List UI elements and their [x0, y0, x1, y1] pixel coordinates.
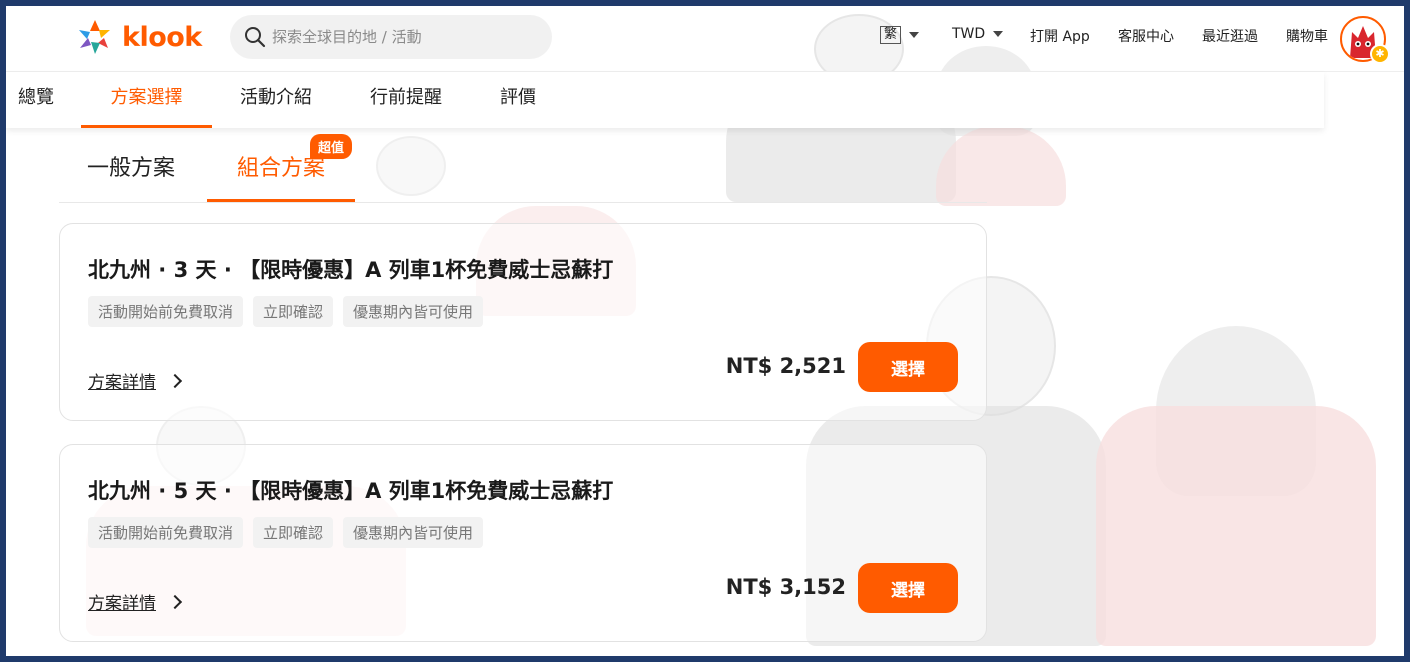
- customer-service-link[interactable]: 客服中心: [1118, 26, 1174, 46]
- tag-valid-period: 優惠期內皆可使用: [343, 296, 484, 327]
- tab-general-packages[interactable]: 一般方案: [87, 150, 175, 202]
- tag-free-cancellation: 活動開始前免費取消: [88, 517, 244, 548]
- tab-packages[interactable]: 方案選擇: [81, 72, 212, 128]
- language-label: 繁: [880, 26, 902, 44]
- package-title: 北九州 · 3 天 · 【限時優惠】A 列車1杯免費威士忌蘇打: [88, 258, 614, 282]
- section-tabs: 總覽 方案選擇 活動介紹 行前提醒 評價: [6, 72, 1324, 128]
- top-header: klook 繁 TWD 打開 App 客服中心 最近逛過 購物車: [6, 6, 1404, 72]
- package-details-label: 方案詳情: [88, 594, 156, 614]
- package-card: 北九州 · 5 天 · 【限時優惠】A 列車1杯免費威士忌蘇打 活動開始前免費取…: [59, 444, 987, 642]
- package-details-link[interactable]: 方案詳情: [88, 368, 183, 393]
- page: klook 繁 TWD 打開 App 客服中心 最近逛過 購物車: [6, 6, 1404, 656]
- tab-activity-intro[interactable]: 活動介紹: [240, 72, 312, 128]
- recently-viewed-link[interactable]: 最近逛過: [1202, 26, 1258, 46]
- tab-reminders[interactable]: 行前提醒: [370, 72, 442, 128]
- tag-free-cancellation: 活動開始前免費取消: [88, 296, 244, 327]
- search-input[interactable]: [272, 28, 532, 46]
- language-selector[interactable]: 繁: [880, 26, 920, 44]
- chevron-right-icon: [167, 373, 183, 388]
- tab-divider: [59, 202, 987, 203]
- select-button[interactable]: 選擇: [858, 563, 958, 613]
- tab-overview[interactable]: 總覽: [18, 72, 54, 128]
- gear-icon: ✱: [1370, 44, 1390, 64]
- cart-label: 購物車: [1286, 29, 1328, 45]
- value-badge: 超值: [310, 134, 353, 159]
- chevron-down-icon: [909, 32, 920, 38]
- open-app-label: 打開 App: [1030, 29, 1090, 45]
- tag-instant-confirmation: 立即確認: [253, 296, 334, 327]
- tag-valid-period: 優惠期內皆可使用: [343, 517, 484, 548]
- brand-name: klook: [122, 21, 202, 53]
- chevron-down-icon: [993, 31, 1004, 37]
- package-title: 北九州 · 5 天 · 【限時優惠】A 列車1杯免費威士忌蘇打: [88, 479, 614, 503]
- package-details-label: 方案詳情: [88, 373, 156, 393]
- klook-logo[interactable]: klook: [76, 18, 202, 56]
- recently-viewed-label: 最近逛過: [1202, 29, 1258, 45]
- search-bar[interactable]: [230, 15, 552, 59]
- tag-instant-confirmation: 立即確認: [253, 517, 334, 548]
- package-tags: 活動開始前免費取消 立即確認 優惠期內皆可使用: [88, 517, 484, 548]
- select-button[interactable]: 選擇: [858, 342, 958, 392]
- package-tags: 活動開始前免費取消 立即確認 優惠期內皆可使用: [88, 296, 484, 327]
- package-price: NT$ 2,521: [725, 354, 846, 378]
- currency-label: TWD: [952, 26, 986, 42]
- customer-service-label: 客服中心: [1118, 29, 1174, 45]
- search-icon: [245, 27, 266, 48]
- klook-logo-icon: [76, 18, 114, 56]
- currency-selector[interactable]: TWD: [952, 26, 1004, 42]
- package-card: 北九州 · 3 天 · 【限時優惠】A 列車1杯免費威士忌蘇打 活動開始前免費取…: [59, 223, 987, 421]
- cart-link[interactable]: 購物車: [1286, 26, 1328, 46]
- tab-reviews[interactable]: 評價: [500, 72, 536, 128]
- open-app-link[interactable]: 打開 App: [1030, 26, 1090, 46]
- chevron-right-icon: [167, 594, 183, 609]
- package-details-link[interactable]: 方案詳情: [88, 589, 183, 614]
- package-price: NT$ 3,152: [725, 575, 846, 599]
